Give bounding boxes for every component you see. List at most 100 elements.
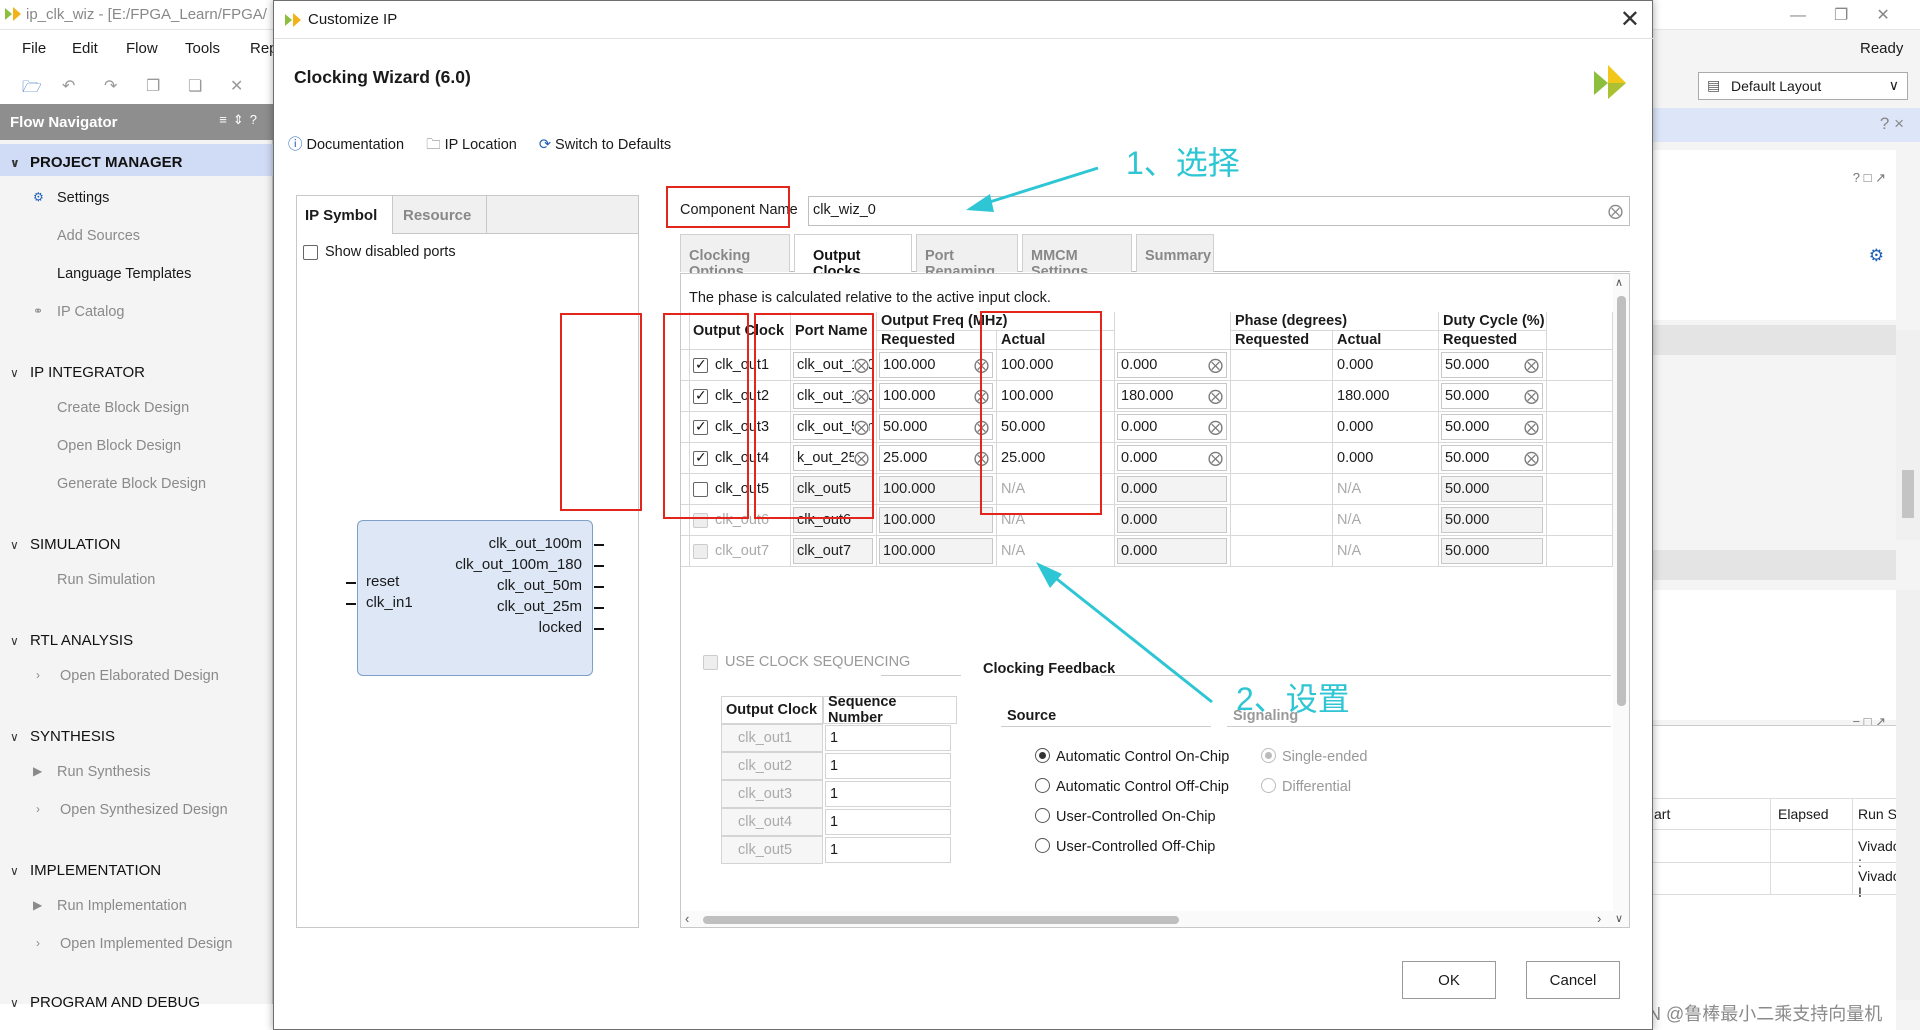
menu-edit[interactable]: Edit (72, 40, 98, 57)
tab-output-clocks[interactable]: Output Clocks (794, 234, 912, 280)
help-close-icon[interactable]: ? × (1880, 114, 1904, 134)
freq-requested-field[interactable]: 100.000 ⨂ (879, 383, 993, 409)
fn-section-program-debug[interactable]: ∨ PROGRAM AND DEBUG (10, 994, 200, 1011)
fn-item-open-block-design[interactable]: Open Block Design (57, 438, 181, 454)
tab-clocking-options[interactable]: Clocking Options (680, 234, 790, 280)
fn-section-synthesis[interactable]: ∨ SYNTHESIS (10, 728, 115, 745)
fn-section-simulation[interactable]: ∨ SIMULATION (10, 536, 121, 553)
clear-icon[interactable]: ⨂ (1524, 387, 1539, 405)
chevron-down-icon[interactable]: ∨ (1615, 912, 1623, 925)
table-row-clock[interactable]: clk_out3 (689, 412, 791, 443)
show-disabled-ports-checkbox[interactable]: Show disabled ports (303, 244, 456, 260)
fn-item-open-implemented-design[interactable]: › Open Implemented Design (36, 936, 233, 952)
clear-icon[interactable]: ⨂ (1208, 356, 1223, 374)
table-row-clock[interactable]: clk_out1 (689, 350, 791, 381)
duty-requested-field[interactable]: 50.000 ⨂ (1441, 445, 1543, 471)
radio-auto-off-chip[interactable]: Automatic Control Off-Chip (1035, 778, 1229, 795)
port-name-field[interactable]: clk_out_50m ⨂ (793, 414, 873, 440)
open-project-icon[interactable]: 🗁 (22, 76, 42, 103)
fn-section-ip-integrator[interactable]: ∨ IP INTEGRATOR (10, 364, 145, 381)
fn-section-rtl-analysis[interactable]: ∨ RTL ANALYSIS (10, 632, 133, 649)
fn-item-open-elaborated-design[interactable]: › Open Elaborated Design (36, 668, 219, 684)
switch-to-defaults-link[interactable]: ⟳ Switch to Defaults (539, 137, 671, 153)
radio-auto-on-chip[interactable]: Automatic Control On-Chip (1035, 748, 1229, 765)
flow-navigator-controls-icon[interactable]: ≡⇕? (219, 112, 263, 128)
radio[interactable] (1035, 808, 1050, 823)
clear-icon[interactable]: ⨂ (1524, 418, 1539, 436)
tab-port-renaming[interactable]: Port Renaming (916, 234, 1018, 280)
radio[interactable] (1035, 838, 1050, 853)
port-name-field[interactable]: clk_out_100m_180⨂ (793, 383, 873, 409)
right-scrollbar[interactable] (1896, 590, 1920, 1000)
clear-icon[interactable]: ⨂ (1208, 449, 1223, 467)
close-icon[interactable]: ✕ (1620, 5, 1640, 34)
cancel-button[interactable]: Cancel (1526, 961, 1620, 999)
fn-item-settings[interactable]: ⚙ Settings (33, 190, 109, 206)
phase-requested-field[interactable]: 0.000 ⨂ (1117, 414, 1227, 440)
clear-icon[interactable]: ⨂ (974, 449, 989, 467)
checkbox[interactable] (693, 418, 708, 435)
radio-user-off-chip[interactable]: User-Controlled Off-Chip (1035, 838, 1215, 855)
clear-icon[interactable]: ⨂ (1608, 202, 1623, 220)
radio-user-on-chip[interactable]: User-Controlled On-Chip (1035, 808, 1216, 825)
tab-ip-symbol[interactable]: IP Symbol (297, 196, 393, 234)
ok-button[interactable]: OK (1402, 961, 1496, 999)
checkbox[interactable] (693, 356, 708, 373)
duty-requested-field[interactable]: 50.000 ⨂ (1441, 383, 1543, 409)
gear-icon[interactable]: ⚙ (1869, 246, 1884, 266)
fn-section-implementation[interactable]: ∨ IMPLEMENTATION (10, 862, 161, 879)
clear-icon[interactable]: ⨂ (854, 418, 869, 436)
scrollbar-thumb[interactable] (1902, 470, 1914, 518)
freq-requested-field[interactable]: 100.000 ⨂ (879, 352, 993, 378)
table-row-clock[interactable]: clk_out5 (689, 474, 791, 505)
clear-icon[interactable]: ⨂ (854, 356, 869, 374)
tab-mmcm-settings[interactable]: MMCM Settings (1022, 234, 1132, 280)
clear-icon[interactable]: ⨂ (1524, 449, 1539, 467)
port-name-field[interactable]: k_out_25m ⨂ (793, 445, 873, 471)
paste-icon[interactable]: ❏ (188, 76, 202, 96)
body-vertical-scrollbar[interactable]: ∧ ∨ (1613, 274, 1629, 927)
fn-item-generate-block-design[interactable]: Generate Block Design (57, 476, 206, 492)
body-horizontal-scrollbar[interactable]: ‹ › (681, 911, 1613, 927)
table-row-clock[interactable]: clk_out4 (689, 443, 791, 474)
menu-tools[interactable]: Tools (185, 40, 220, 57)
window-controls-icon[interactable]: —❐✕ (1790, 5, 1918, 25)
right-scrollbar[interactable] (1896, 330, 1920, 540)
tab-resource[interactable]: Resource (395, 196, 487, 234)
clear-icon[interactable]: ⨂ (1524, 356, 1539, 374)
redo-icon[interactable]: ↷ (104, 76, 117, 96)
fn-item-create-block-design[interactable]: Create Block Design (57, 400, 189, 416)
panel-controls-icon[interactable]: ? □ ↗ (1853, 170, 1886, 186)
clear-icon[interactable]: ⨂ (854, 387, 869, 405)
fn-item-run-synthesis[interactable]: ▶ Run Synthesis (33, 764, 151, 780)
ip-location-link[interactable]: 🗀 IP Location (426, 137, 517, 153)
undo-icon[interactable]: ↶ (62, 76, 75, 96)
clear-icon[interactable]: ⨂ (854, 449, 869, 467)
fn-item-open-synthesized-design[interactable]: › Open Synthesized Design (36, 802, 228, 818)
fn-item-add-sources[interactable]: Add Sources (57, 228, 140, 244)
documentation-link[interactable]: ⓘ Documentation (288, 137, 404, 153)
fn-item-run-implementation[interactable]: ▶ Run Implementation (33, 898, 187, 914)
fn-item-language-templates[interactable]: Language Templates (57, 266, 191, 282)
fn-section-project-manager[interactable]: ∨ PROJECT MANAGER (10, 154, 183, 171)
copy-icon[interactable]: ❐ (146, 76, 160, 96)
checkbox[interactable] (693, 481, 708, 497)
chevron-left-icon[interactable]: ‹ (685, 911, 689, 926)
radio[interactable] (1035, 748, 1050, 763)
delete-icon[interactable]: ✕ (230, 76, 243, 96)
checkbox[interactable] (693, 387, 708, 404)
tab-summary[interactable]: Summary (1136, 234, 1214, 272)
clear-icon[interactable]: ⨂ (974, 356, 989, 374)
freq-requested-field[interactable]: 50.000 ⨂ (879, 414, 993, 440)
clear-icon[interactable]: ⨂ (974, 387, 989, 405)
clear-icon[interactable]: ⨂ (1208, 418, 1223, 436)
menu-flow[interactable]: Flow (126, 40, 158, 57)
scrollbar-thumb[interactable] (1617, 296, 1626, 706)
chevron-up-icon[interactable]: ∧ (1615, 276, 1623, 289)
table-row-clock[interactable]: clk_out2 (689, 381, 791, 412)
component-name-input[interactable]: clk_wiz_0 ⨂ (808, 196, 1630, 226)
fn-item-ip-catalog[interactable]: ⚭ IP Catalog (33, 304, 124, 320)
clear-icon[interactable]: ⨂ (1208, 387, 1223, 405)
phase-requested-field[interactable]: 180.000 ⨂ (1117, 383, 1227, 409)
layout-select[interactable]: ▤ Default Layout ∨ (1698, 72, 1908, 100)
